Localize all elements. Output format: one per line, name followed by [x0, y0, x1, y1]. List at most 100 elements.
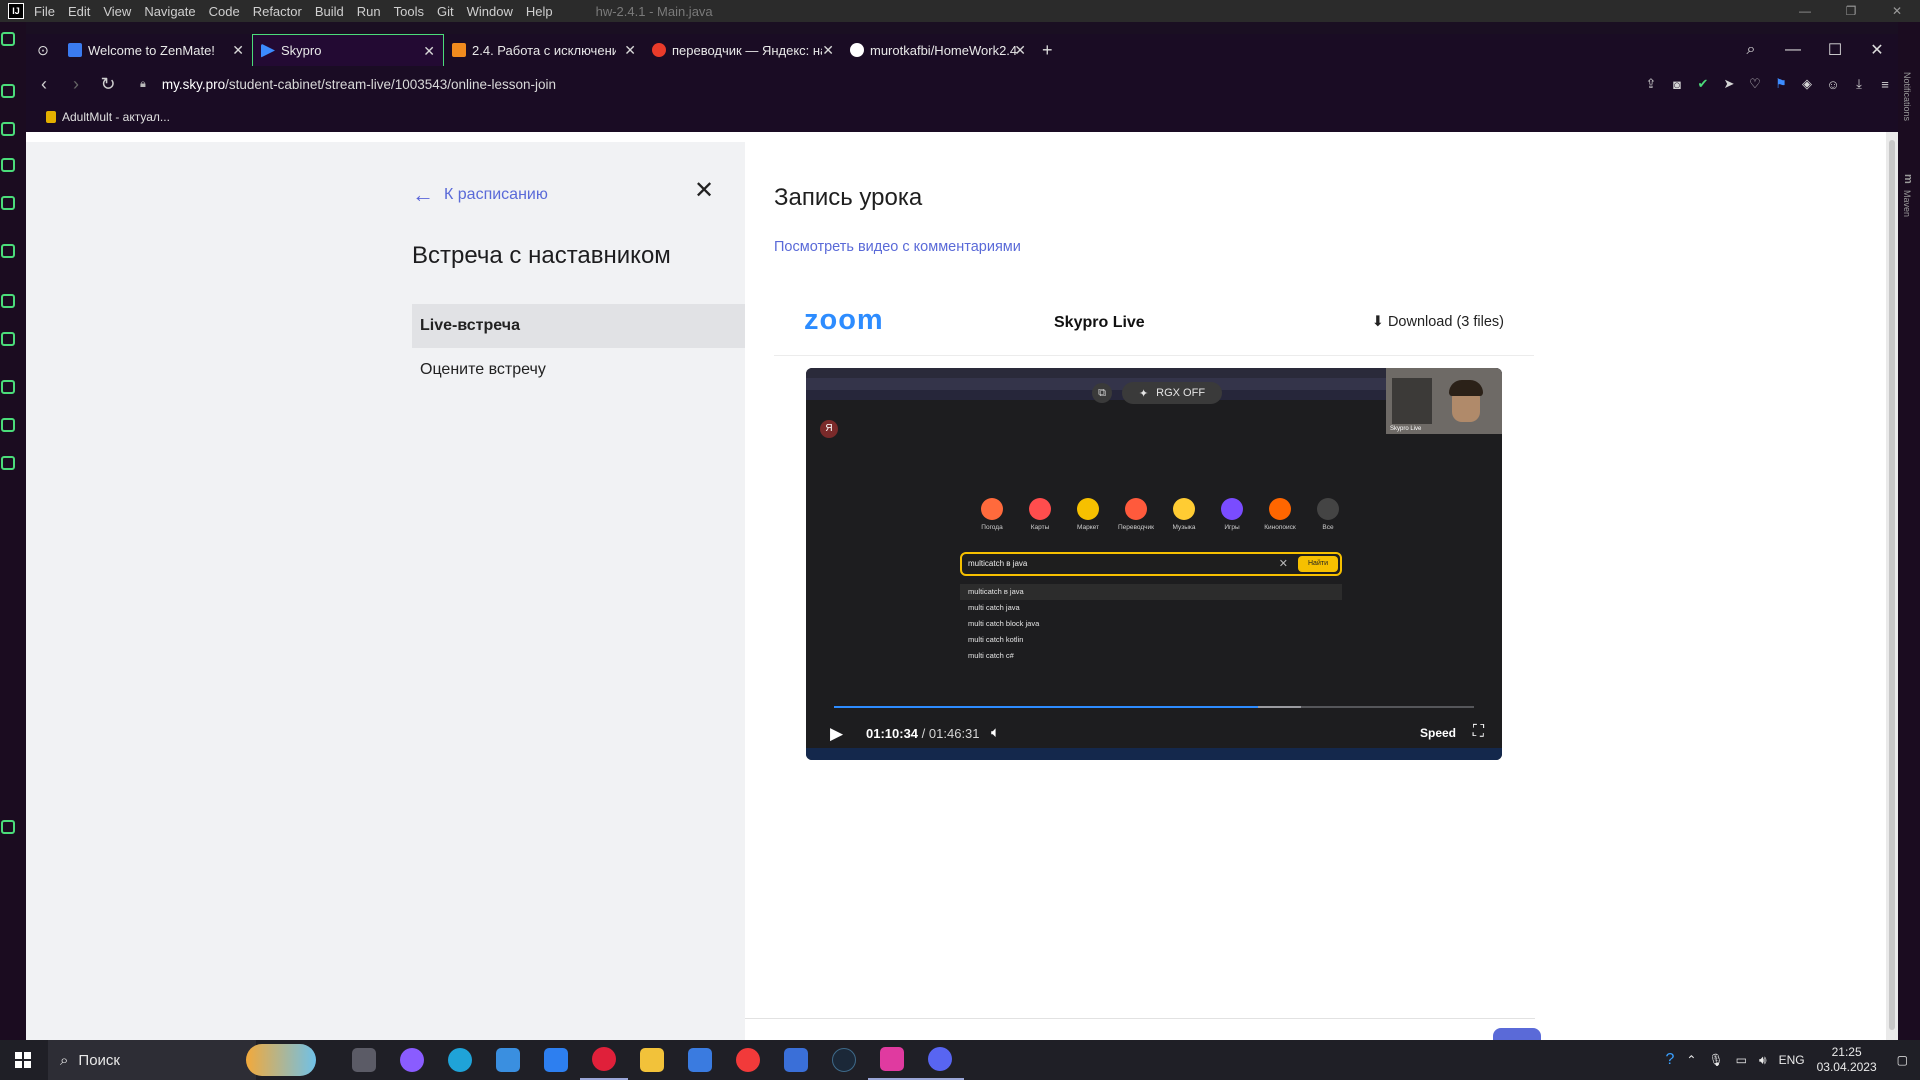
menu-view[interactable]: View: [103, 4, 131, 19]
close-icon[interactable]: ✕: [1014, 42, 1026, 59]
new-tab-button[interactable]: +: [1042, 40, 1053, 61]
volume-icon[interactable]: 🔈︎: [991, 724, 1000, 741]
steam-icon[interactable]: [820, 1040, 868, 1080]
tab-menu-icon[interactable]: ⊙: [26, 42, 60, 59]
sidebar-item-rate[interactable]: Оцените встречу: [412, 348, 745, 392]
help-icon[interactable]: ?: [1665, 1051, 1674, 1069]
menu-help[interactable]: Help: [526, 4, 553, 19]
menu-icon[interactable]: ≡: [1872, 77, 1898, 92]
close-icon[interactable]: ✕: [694, 176, 714, 205]
forward-icon[interactable]: ›: [60, 74, 92, 95]
comments-video-link[interactable]: Посмотреть видео с комментариями: [774, 239, 1021, 255]
task-view-icon[interactable]: [340, 1040, 388, 1080]
menu-run[interactable]: Run: [357, 4, 381, 19]
maven-tab[interactable]: Maven: [1902, 190, 1912, 217]
yandex-browser-icon[interactable]: [724, 1040, 772, 1080]
opera-icon[interactable]: [580, 1040, 628, 1080]
scrollbar[interactable]: [1886, 132, 1898, 1040]
history-icon[interactable]: [1, 380, 15, 394]
start-button[interactable]: [0, 1040, 46, 1080]
send-icon[interactable]: ➤: [1716, 76, 1742, 92]
tab-skypro[interactable]: Skypro ✕: [252, 34, 444, 66]
taskbar-search[interactable]: ⌕ Поиск: [48, 1040, 316, 1080]
maven-m-icon[interactable]: m: [1902, 174, 1914, 184]
bookmark-adultmult[interactable]: AdultMult - актуал...: [46, 110, 170, 124]
whatsapp-icon[interactable]: [1, 244, 15, 258]
camera-icon[interactable]: ◙: [1664, 77, 1690, 92]
sidebar-item-live[interactable]: Live-встреча: [412, 304, 745, 348]
scrollbar-thumb[interactable]: [1889, 140, 1895, 1030]
alice-icon[interactable]: [388, 1040, 436, 1080]
box-icon[interactable]: ◈: [1794, 76, 1820, 92]
tab-exceptions[interactable]: 2.4. Работа с исключения ✕: [444, 34, 644, 66]
chevron-up-icon[interactable]: ⌃: [1686, 1053, 1696, 1067]
close-icon[interactable]: ✕: [1856, 40, 1898, 60]
menu-build[interactable]: Build: [315, 4, 344, 19]
account-icon[interactable]: ☺: [1820, 77, 1846, 92]
tab-zenmate[interactable]: Welcome to ZenMate! ✕: [60, 34, 252, 66]
reload-icon[interactable]: ↻: [92, 74, 124, 95]
notification-icon[interactable]: ▢: [1897, 1053, 1908, 1067]
heart-icon[interactable]: ♡: [1742, 76, 1768, 92]
notifications-tab[interactable]: Notifications: [1902, 72, 1912, 121]
menu-tools[interactable]: Tools: [394, 4, 424, 19]
flag-icon[interactable]: ⚑: [1768, 76, 1794, 92]
copy-icon[interactable]: ⧉: [1092, 383, 1112, 403]
tab-github[interactable]: murotkafbi/HomeWork2.4 ✕: [842, 34, 1034, 66]
chip-icon[interactable]: [1, 196, 15, 210]
shield-check-icon[interactable]: ✔: [1690, 76, 1716, 92]
network-icon[interactable]: ▭: [1736, 1053, 1747, 1067]
app-icon[interactable]: [772, 1040, 820, 1080]
close-icon[interactable]: ✕: [423, 43, 435, 60]
bag-icon[interactable]: [1, 122, 15, 136]
settings-icon[interactable]: [1, 456, 15, 470]
store-icon[interactable]: [676, 1040, 724, 1080]
layout-icon[interactable]: [1, 820, 15, 834]
fullscreen-icon[interactable]: ⛶: [1473, 723, 1484, 741]
search-icon[interactable]: ⌕: [1730, 41, 1772, 59]
microphone-icon[interactable]: 🎙︎: [1708, 1053, 1723, 1067]
close-icon[interactable]: ✕: [232, 42, 244, 59]
menu-git[interactable]: Git: [437, 4, 454, 19]
download-button[interactable]: ⬇ Download (3 files): [1372, 314, 1504, 330]
close-icon[interactable]: ✕: [624, 42, 636, 59]
lock-icon[interactable]: 🔒︎: [140, 78, 146, 91]
menu-file[interactable]: File: [34, 4, 55, 19]
speaker-icon[interactable]: 🔊︎: [1759, 1053, 1767, 1068]
mail-icon[interactable]: [484, 1040, 532, 1080]
player-icon[interactable]: [1, 294, 15, 308]
menu-window[interactable]: Window: [467, 4, 513, 19]
bing-icon[interactable]: [532, 1040, 580, 1080]
edge-icon[interactable]: [436, 1040, 484, 1080]
speed-dial-icon[interactable]: [1, 84, 15, 98]
close-icon[interactable]: ✕: [822, 42, 834, 59]
cube-icon[interactable]: [1, 418, 15, 432]
discord-icon[interactable]: [916, 1040, 964, 1080]
video-player[interactable]: ⧉ ✦ RGX OFF Skypro Live Я Погода Карты Ма…: [806, 368, 1502, 760]
minimize-icon[interactable]: —: [1772, 41, 1814, 59]
back-icon[interactable]: ‹: [28, 74, 60, 95]
play-icon[interactable]: ▶: [830, 724, 843, 744]
menu-code[interactable]: Code: [209, 4, 240, 19]
menu-navigate[interactable]: Navigate: [144, 4, 195, 19]
video-progress-bar[interactable]: [834, 706, 1474, 708]
minimize-icon[interactable]: —: [1782, 0, 1828, 22]
clock[interactable]: 21:25 03.04.2023: [1817, 1045, 1877, 1075]
menu-edit[interactable]: Edit: [68, 4, 90, 19]
url-field[interactable]: my.sky.pro/student-cabinet/stream-live/1…: [162, 77, 556, 92]
maximize-icon[interactable]: ☐: [1814, 40, 1856, 60]
restore-icon[interactable]: ❐: [1828, 0, 1874, 22]
opera-sidebar-icon[interactable]: [1, 32, 15, 46]
back-to-schedule-link[interactable]: ← К расписанию: [412, 182, 548, 208]
intellij-icon[interactable]: [868, 1040, 916, 1080]
next-button[interactable]: [1493, 1028, 1541, 1040]
share-icon[interactable]: ⇪: [1638, 76, 1664, 92]
explorer-icon[interactable]: [628, 1040, 676, 1080]
messenger-icon[interactable]: [1, 158, 15, 172]
speed-button[interactable]: Speed: [1420, 726, 1456, 740]
menu-refactor[interactable]: Refactor: [253, 4, 302, 19]
rgx-toggle[interactable]: ✦ RGX OFF: [1122, 382, 1222, 404]
wallet-icon[interactable]: [1, 332, 15, 346]
close-icon[interactable]: ✕: [1874, 0, 1920, 22]
download-icon[interactable]: ⤓: [1846, 76, 1872, 92]
